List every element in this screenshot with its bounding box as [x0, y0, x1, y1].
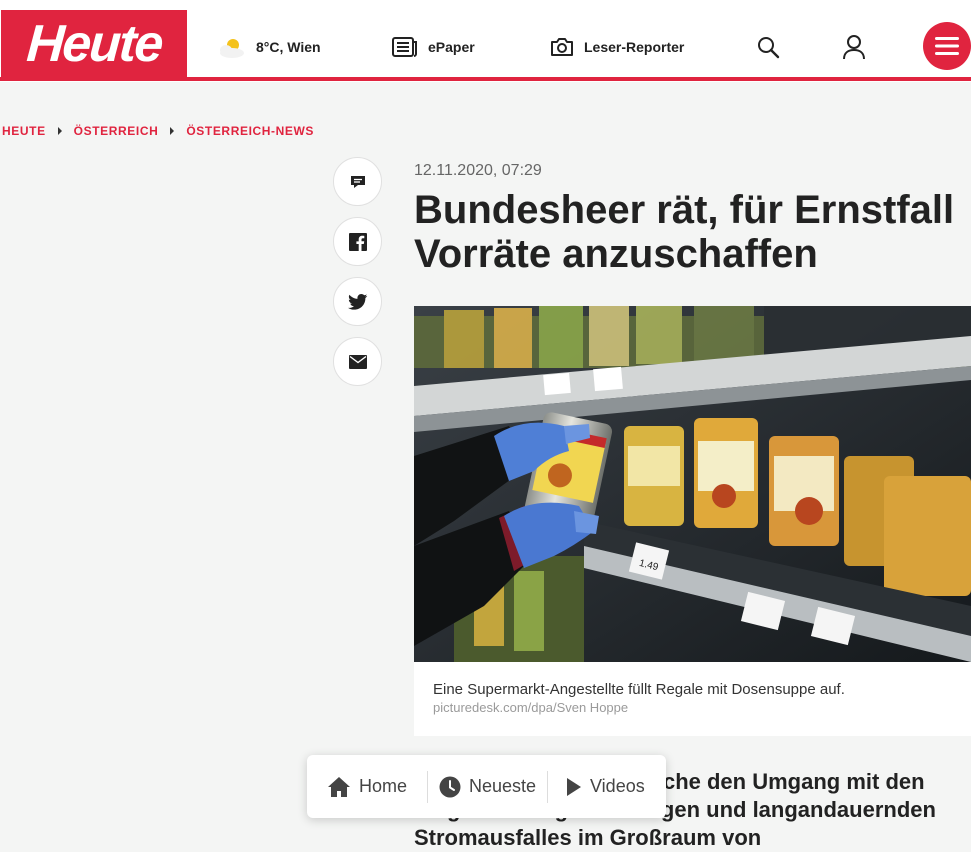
breadcrumb-item-heute[interactable]: HEUTE	[2, 124, 46, 138]
breadcrumb: HEUTE ÖSTERREICH ÖSTERREICH-NEWS	[2, 124, 314, 138]
nav-newest-label: Neueste	[469, 776, 537, 796]
photo-caption: Eine Supermarkt-Angestellte füllt Regale…	[414, 662, 971, 736]
site-logo[interactable]: Heute	[1, 10, 187, 78]
photo-credit: picturedesk.com/dpa/Sven Hoppe	[433, 700, 629, 715]
nav-videos-label: Videos	[590, 776, 645, 796]
nav-divider	[547, 771, 548, 803]
article-title: Bundesheer rät, für Ernstfall Vorräte an…	[414, 188, 971, 276]
share-facebook-button[interactable]	[333, 217, 382, 266]
breadcrumb-item-oesterreich[interactable]: ÖSTERREICH	[74, 124, 159, 138]
article-date: 12.11.2020, 07:29	[414, 162, 542, 179]
clock-icon	[439, 776, 461, 797]
article-title-line: Bundesheer rät, für Ernstfall	[414, 188, 955, 232]
share-mail-button[interactable]	[333, 337, 382, 386]
site-header: Heute 8°C, Wien ePaper Leser-Reporter	[0, 0, 971, 82]
share-comment-button[interactable]	[333, 157, 382, 206]
nav-home-label: Home	[359, 776, 408, 796]
facebook-icon	[348, 232, 367, 251]
breadcrumb-item-oesterreich-news[interactable]: ÖSTERREICH-NEWS	[186, 124, 314, 138]
search-icon	[758, 37, 780, 59]
newspaper-icon	[392, 37, 417, 57]
twitter-icon	[347, 293, 367, 310]
weather-widget[interactable]: 8°C, Wien	[216, 30, 321, 64]
account-button[interactable]	[842, 34, 866, 60]
bottom-navigation: Home Neueste Videos	[307, 755, 666, 818]
home-icon	[328, 776, 350, 797]
article-title-line: Vorräte anzuschaffen	[414, 232, 818, 276]
leser-reporter-link[interactable]: Leser-Reporter	[550, 30, 684, 64]
breadcrumb-separator	[170, 127, 175, 135]
mail-icon	[348, 354, 367, 369]
hamburger-icon	[935, 37, 959, 55]
user-icon	[843, 35, 865, 60]
breadcrumb-separator	[57, 127, 62, 135]
article-photo[interactable]: 1.49	[414, 306, 971, 662]
reporter-label: Leser-Reporter	[584, 39, 685, 55]
nav-videos-button[interactable]: Videos	[566, 755, 645, 818]
weather-label: 8°C, Wien	[256, 39, 321, 55]
search-button[interactable]	[756, 35, 780, 59]
epaper-label: ePaper	[428, 39, 475, 55]
header-accent-line	[0, 77, 971, 81]
epaper-link[interactable]: ePaper	[392, 30, 475, 64]
nav-newest-button[interactable]: Neueste	[439, 755, 536, 818]
nav-home-button[interactable]: Home	[327, 755, 407, 818]
comment-icon	[350, 175, 365, 188]
supermarket-shelf-image: 1.49	[414, 306, 971, 662]
camera-icon	[551, 38, 573, 56]
nav-divider	[427, 771, 428, 803]
weather-icon	[220, 39, 244, 58]
share-twitter-button[interactable]	[333, 277, 382, 326]
caption-text: Eine Supermarkt-Angestellte füllt Regale…	[433, 681, 845, 698]
play-icon	[567, 777, 581, 796]
menu-button[interactable]	[923, 22, 971, 70]
